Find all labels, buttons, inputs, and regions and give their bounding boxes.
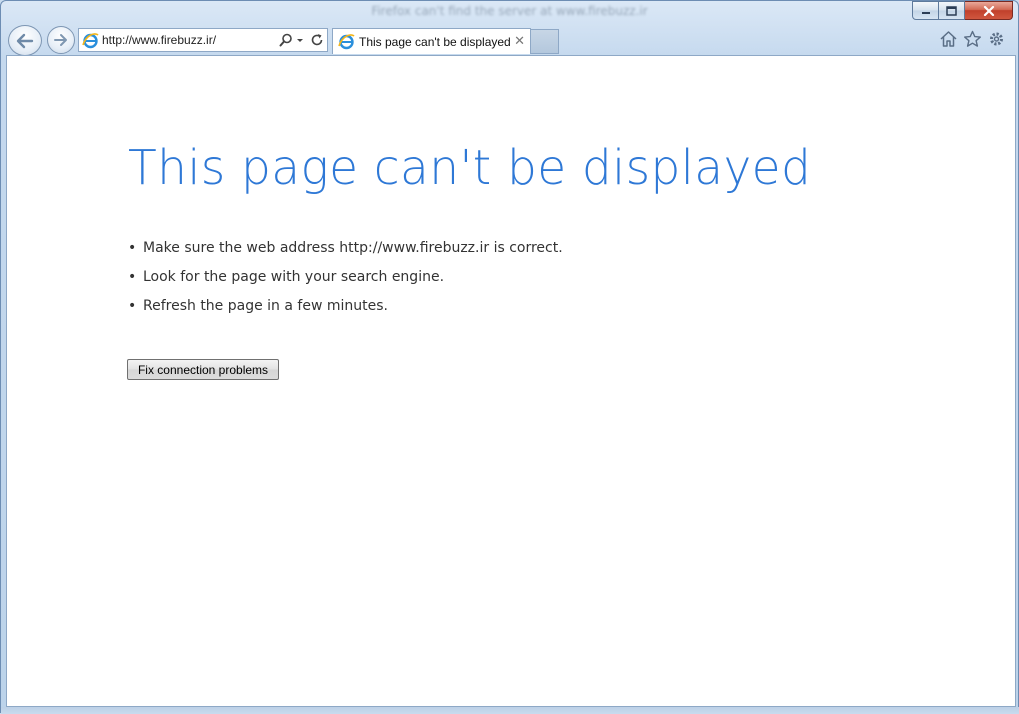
chevron-down-icon[interactable] bbox=[295, 35, 305, 45]
address-bar[interactable]: http://www.firebuzz.ir/ bbox=[78, 28, 328, 52]
address-input[interactable]: http://www.firebuzz.ir/ bbox=[102, 33, 279, 47]
tip-text: Refresh the page in a few minutes. bbox=[143, 298, 388, 314]
home-icon[interactable] bbox=[939, 30, 958, 48]
arrow-left-icon bbox=[16, 33, 34, 48]
page-title: This page can't be displayed bbox=[128, 140, 812, 196]
command-icons bbox=[939, 30, 1006, 48]
fix-connection-button[interactable]: Fix connection problems bbox=[127, 359, 279, 380]
minimize-button[interactable] bbox=[912, 1, 939, 20]
close-window-button[interactable] bbox=[965, 1, 1013, 20]
tips-list: • Make sure the web address http://www.fi… bbox=[128, 239, 563, 326]
tab-close-icon[interactable]: ✕ bbox=[514, 34, 525, 49]
tab-error-page[interactable]: This page can't be displayed ✕ bbox=[332, 28, 531, 54]
bullet: • bbox=[128, 269, 137, 285]
list-item: • Make sure the web address http://www.fi… bbox=[128, 239, 563, 268]
new-tab-button[interactable] bbox=[531, 29, 559, 54]
arrow-right-icon bbox=[54, 34, 67, 46]
ie-logo-icon bbox=[82, 32, 99, 48]
list-item: • Refresh the page in a few minutes. bbox=[128, 297, 563, 326]
forward-button[interactable] bbox=[47, 26, 75, 54]
ie-logo-icon bbox=[338, 34, 355, 50]
search-icon[interactable] bbox=[279, 33, 293, 47]
close-icon bbox=[983, 5, 994, 16]
refresh-icon[interactable] bbox=[310, 33, 324, 47]
bullet: • bbox=[128, 298, 137, 314]
tip-text: Make sure the web address http://www.fir… bbox=[143, 240, 563, 256]
list-item: • Look for the page with your search engi… bbox=[128, 268, 563, 297]
settings-gear-icon[interactable] bbox=[987, 30, 1006, 48]
caption-buttons bbox=[912, 1, 1013, 20]
browser-window: Firefox can't find the server at www.fir… bbox=[0, 0, 1019, 714]
maximize-icon bbox=[946, 5, 957, 16]
minimize-icon bbox=[921, 11, 930, 14]
favorites-star-icon[interactable] bbox=[963, 30, 982, 48]
maximize-button[interactable] bbox=[939, 1, 965, 20]
page-content: This page can't be displayed • Make sure … bbox=[6, 55, 1016, 707]
window-title: Firefox can't find the server at www.fir… bbox=[371, 4, 648, 18]
tab-label: This page can't be displayed bbox=[359, 34, 511, 49]
bullet: • bbox=[128, 240, 137, 256]
tip-text: Look for the page with your search engin… bbox=[143, 269, 445, 285]
back-button[interactable] bbox=[8, 25, 42, 56]
